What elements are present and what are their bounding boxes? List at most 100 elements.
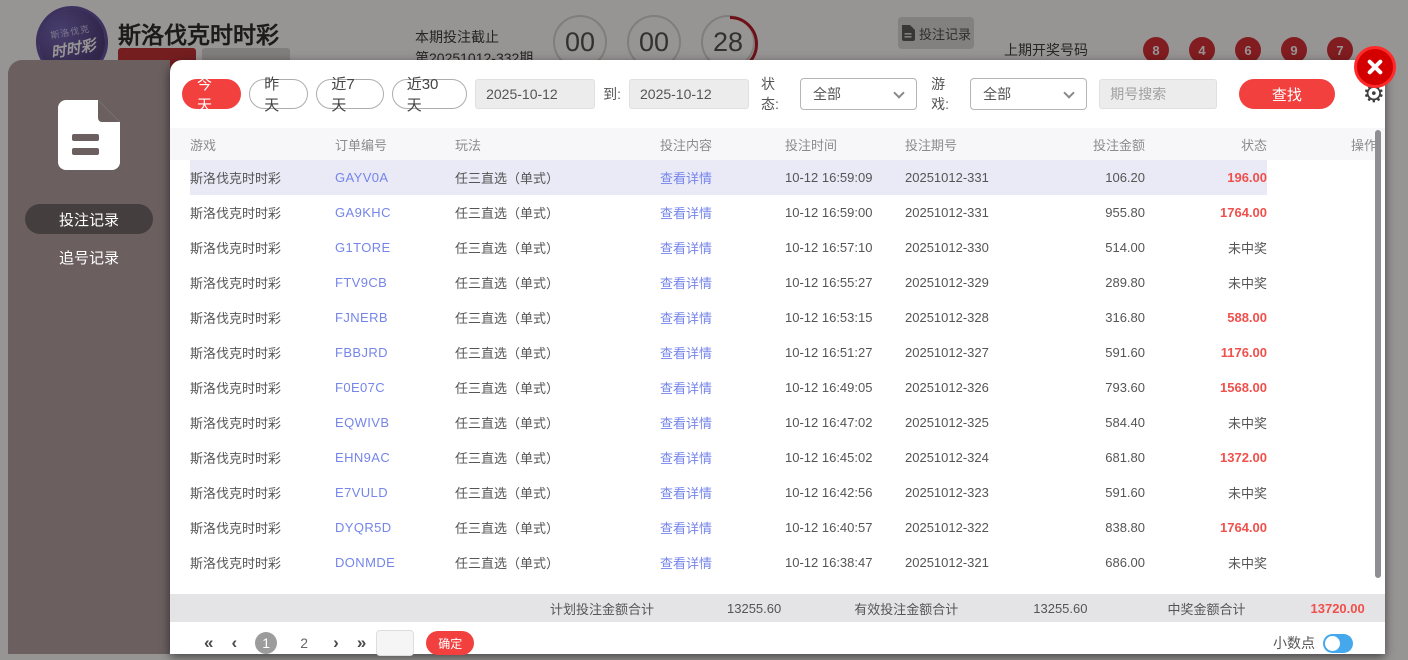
order-code-link[interactable]: GAYV0A (335, 170, 388, 185)
table-scrollbar[interactable] (1375, 130, 1381, 578)
cell-action (1267, 160, 1377, 195)
cell-order: F0E07C (335, 370, 455, 405)
view-details-link[interactable]: 查看详情 (660, 413, 712, 432)
view-details-link[interactable]: 查看详情 (660, 378, 712, 397)
col-header-status: 状态 (1240, 137, 1267, 153)
range-button-yesterday[interactable]: 昨天 (249, 76, 309, 114)
date-from-input[interactable] (475, 79, 596, 109)
range-button-7days[interactable]: 近7天 (316, 76, 384, 114)
cell-game: 斯洛伐克时时彩 (190, 486, 282, 501)
status-select[interactable]: 全部 (800, 78, 918, 110)
cell-order: GAYV0A (335, 160, 455, 195)
order-code-link[interactable]: GA9KHC (335, 205, 391, 220)
period-search-input[interactable] (1099, 79, 1218, 109)
order-code-link[interactable]: DONMDE (335, 555, 395, 570)
status-value: 未中奖 (1227, 416, 1267, 431)
view-details-link[interactable]: 查看详情 (660, 273, 712, 292)
page-button-1[interactable]: 1 (255, 632, 278, 654)
order-code-link[interactable]: FBBJRD (335, 345, 388, 360)
order-code-link[interactable]: E7VULD (335, 485, 388, 500)
planned-total-label: 计划投注金额合计 (550, 601, 655, 617)
decimal-toggle[interactable] (1323, 633, 1353, 653)
order-code-link[interactable]: G1TORE (335, 240, 391, 255)
cell-status: 未中奖 (1145, 475, 1267, 510)
range-button-today[interactable]: 今天 (182, 76, 242, 114)
view-details-link[interactable]: 查看详情 (660, 168, 712, 187)
date-to-label: 到: (603, 86, 621, 102)
cell-bet-content: 查看详情 (660, 370, 785, 405)
cell-action (1267, 510, 1377, 545)
range-button-30days[interactable]: 近30天 (391, 76, 468, 114)
prev-page-button[interactable]: ‹ (231, 633, 237, 653)
table-row[interactable]: 斯洛伐克时时彩 E7VULD 任三直选（单式） 查看详情 10-12 16:42… (170, 475, 1385, 510)
cell-play-type: 任三直选（单式） (455, 241, 560, 256)
cell-play-type: 任三直选（单式） (455, 206, 560, 221)
view-details-link[interactable]: 查看详情 (660, 203, 712, 222)
status-select-value: 全部 (813, 86, 842, 102)
cell-period: 20251012-323 (905, 485, 989, 500)
bet-records-modal: 今天 昨天 近7天 近30天 到: 状态: 全部 游戏: 全部 查找 ⚙ 游戏 … (170, 46, 1396, 656)
view-details-link[interactable]: 查看详情 (660, 518, 712, 537)
first-page-button[interactable]: « (204, 633, 213, 653)
view-details-link[interactable]: 查看详情 (660, 483, 712, 502)
sidebar-item-chase-records[interactable]: 追号记录 (25, 242, 153, 272)
col-header-time: 投注时间 (785, 137, 838, 153)
page-jump-input[interactable] (376, 630, 415, 656)
confirm-page-button[interactable]: 确定 (426, 631, 475, 655)
cell-amount: 106.20 (1060, 160, 1145, 195)
table-row[interactable]: 斯洛伐克时时彩 GA9KHC 任三直选（单式） 查看详情 10-12 16:59… (170, 195, 1385, 230)
game-select[interactable]: 全部 (970, 78, 1088, 110)
view-details-link[interactable]: 查看详情 (660, 553, 712, 572)
records-table: 游戏 订单编号 玩法 投注内容 投注时间 投注期号 投注金额 状态 操作 斯洛伐… (170, 128, 1385, 580)
pagination-bar: « ‹ 12 › » 确定 小数点 (170, 622, 1385, 660)
table-row[interactable]: 斯洛伐克时时彩 DYQR5D 任三直选（单式） 查看详情 10-12 16:40… (170, 510, 1385, 545)
table-row[interactable]: 斯洛伐克时时彩 G1TORE 任三直选（单式） 查看详情 10-12 16:57… (170, 230, 1385, 265)
view-details-link[interactable]: 查看详情 (660, 308, 712, 327)
cell-bet-time: 10-12 16:59:00 (785, 205, 873, 220)
table-row[interactable]: 斯洛伐克时时彩 EHN9AC 任三直选（单式） 查看详情 10-12 16:45… (170, 440, 1385, 475)
record-sidebar: 投注记录 追号记录 (8, 60, 170, 654)
col-header-play: 玩法 (455, 137, 482, 153)
cell-order: DYQR5D (335, 510, 455, 545)
col-header-game: 游戏 (190, 137, 217, 153)
view-details-link[interactable]: 查看详情 (660, 343, 712, 362)
cell-game: 斯洛伐克时时彩 (190, 276, 282, 291)
cell-bet-time: 10-12 16:55:27 (785, 275, 873, 290)
order-code-link[interactable]: DYQR5D (335, 520, 392, 535)
close-button[interactable] (1354, 46, 1396, 88)
cell-bet-time: 10-12 16:42:56 (785, 485, 873, 500)
cell-amount: 591.60 (1105, 485, 1145, 500)
chevron-down-icon (893, 87, 905, 99)
order-code-link[interactable]: F0E07C (335, 380, 385, 395)
table-row[interactable]: 斯洛伐克时时彩 EQWIVB 任三直选（单式） 查看详情 10-12 16:47… (170, 405, 1385, 440)
table-row[interactable]: 斯洛伐克时时彩 GAYV0A 任三直选（单式） 查看详情 10-12 16:59… (170, 160, 1385, 195)
view-details-link[interactable]: 查看详情 (660, 238, 712, 257)
order-code-link[interactable]: FJNERB (335, 310, 388, 325)
cell-order: FTV9CB (335, 265, 455, 300)
table-row[interactable]: 斯洛伐克时时彩 FTV9CB 任三直选（单式） 查看详情 10-12 16:55… (170, 265, 1385, 300)
cell-action (1267, 440, 1377, 475)
cell-bet-content: 查看详情 (660, 510, 785, 545)
view-details-link[interactable]: 查看详情 (660, 448, 712, 467)
table-row[interactable]: 斯洛伐克时时彩 DONMDE 任三直选（单式） 查看详情 10-12 16:38… (170, 545, 1385, 580)
date-to-input[interactable] (629, 79, 749, 109)
table-row[interactable]: 斯洛伐克时时彩 FJNERB 任三直选（单式） 查看详情 10-12 16:53… (170, 300, 1385, 335)
search-button[interactable]: 查找 (1239, 79, 1335, 109)
page-button-2[interactable]: 2 (293, 632, 315, 654)
col-header-amount: 投注金额 (1092, 137, 1145, 153)
cell-amount: 289.80 (1105, 275, 1145, 290)
cell-amount: 955.80 (1105, 205, 1145, 220)
cell-play-type: 任三直选（单式） (455, 556, 560, 571)
sidebar-item-bet-records[interactable]: 投注记录 (25, 204, 153, 234)
cell-period: 20251012-328 (905, 310, 989, 325)
last-page-button[interactable]: » (357, 633, 366, 653)
order-code-link[interactable]: FTV9CB (335, 275, 387, 290)
table-row[interactable]: 斯洛伐克时时彩 F0E07C 任三直选（单式） 查看详情 10-12 16:49… (170, 370, 1385, 405)
table-row[interactable]: 斯洛伐克时时彩 FBBJRD 任三直选（单式） 查看详情 10-12 16:51… (170, 335, 1385, 370)
cell-status: 588.00 (1145, 300, 1267, 335)
cell-order: FJNERB (335, 300, 455, 335)
order-code-link[interactable]: EHN9AC (335, 450, 390, 465)
next-page-button[interactable]: › (333, 633, 339, 653)
order-code-link[interactable]: EQWIVB (335, 415, 389, 430)
cell-bet-time: 10-12 16:53:15 (785, 310, 873, 325)
